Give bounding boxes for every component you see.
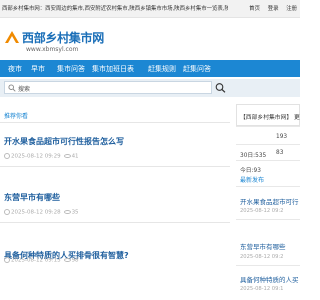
eye-icon [63, 154, 71, 158]
nav-item-market-faq[interactable]: 赶集问答 [183, 64, 211, 74]
nav-item-market-qa[interactable]: 集市问答 [57, 64, 85, 74]
nav-item-morning-market[interactable]: 早市 [31, 64, 45, 74]
stat-today: 今日:93 [240, 168, 261, 174]
divider [236, 126, 300, 127]
article-title[interactable]: 开水果食品超市可行性报告怎么写 [4, 136, 124, 147]
search-input[interactable]: 搜索 [4, 81, 212, 94]
divider [0, 222, 230, 223]
logo-mark-icon [5, 31, 19, 43]
login-link[interactable]: 登录 [268, 6, 279, 12]
divider [236, 265, 300, 266]
nav-item-market-rules[interactable]: 赶集规则 [148, 64, 176, 74]
article-views: 35 [71, 209, 79, 216]
article-meta: 2025-08-12 09:28 35 [4, 209, 79, 216]
article-meta: 2025-08-12 09:13 98 [4, 257, 79, 264]
article-date: 2025-08-12 09:29 [11, 153, 61, 160]
main-nav: 夜市 早市 集市问答 集市加班日表 赶集规则 赶集问答 [0, 60, 300, 77]
latest-item[interactable]: 开水果食品超市可行 [240, 196, 299, 206]
logo-title: 西部乡村集市网 [22, 31, 104, 45]
search-button-icon[interactable] [214, 82, 228, 93]
latest-date: 2025-08-12 09:2 [240, 254, 284, 260]
divider [236, 144, 300, 145]
stat-value: 83 [276, 150, 284, 156]
register-link[interactable]: 注册 [286, 6, 297, 12]
search-bar: 搜索 [0, 79, 300, 97]
latest-date: 2025-08-12 09:1 [240, 286, 284, 292]
divider [236, 219, 300, 220]
stat-value: 193 [276, 134, 288, 140]
top-links: 首页 登录 注册 [243, 4, 297, 12]
divider [236, 186, 300, 187]
stat-30day: 30日:535 [240, 153, 267, 159]
nav-item-market-schedule[interactable]: 集市加班日表 [92, 64, 134, 74]
article-views: 98 [71, 257, 79, 264]
latest-date: 2025-08-12 09:2 [240, 208, 284, 214]
site-info-box: 【西部乡村集市网】 更 [236, 104, 300, 126]
divider [0, 166, 230, 167]
divider [0, 122, 230, 123]
site-logo[interactable]: 西部乡村集市网 www.xbmsyl.com [5, 29, 104, 53]
latest-title: 最新发布 [240, 177, 265, 184]
article-date: 2025-08-12 09:13 [11, 257, 61, 264]
eye-icon [63, 258, 71, 262]
logo-subtitle: www.xbmsyl.com [26, 46, 79, 53]
site-info-title[interactable]: 【西部乡村集市网】 更 [240, 112, 300, 121]
article-date: 2025-08-12 09:28 [11, 209, 61, 216]
latest-item[interactable]: 东营早市有哪些 [240, 241, 286, 251]
clock-icon [4, 209, 10, 215]
home-link[interactable]: 首页 [249, 6, 260, 12]
site-tagline: 西部乡村集市网：西安周边的集市,西安附近农村集市,陕西乡镇集市市场,陕西乡村集市… [2, 6, 228, 12]
clock-icon [4, 257, 10, 263]
article-meta: 2025-08-12 09:29 41 [4, 153, 79, 160]
main-content: 推荐你看 开水果食品超市可行性报告怎么写 2025-08-12 09:29 41 … [0, 104, 230, 300]
clock-icon [4, 153, 10, 159]
latest-item[interactable]: 具备何种特质的人买 [240, 274, 299, 284]
divider [236, 160, 300, 161]
article-views: 41 [71, 153, 79, 160]
search-icon [8, 84, 16, 92]
nav-item-night-market[interactable]: 夜市 [8, 64, 22, 74]
article-title[interactable]: 东营早市有哪些 [4, 192, 60, 203]
search-placeholder: 搜索 [18, 86, 31, 93]
sidebar: 【西部乡村集市网】 更 193 30日:535 83 今日:93 最新发布 开水… [236, 104, 300, 300]
top-bar: 西部乡村集市网：西安周边的集市,西安附近农村集市,陕西乡镇集市市场,陕西乡村集市… [0, 0, 300, 18]
eye-icon [63, 210, 71, 214]
section-title: 推荐你看 [4, 113, 29, 120]
